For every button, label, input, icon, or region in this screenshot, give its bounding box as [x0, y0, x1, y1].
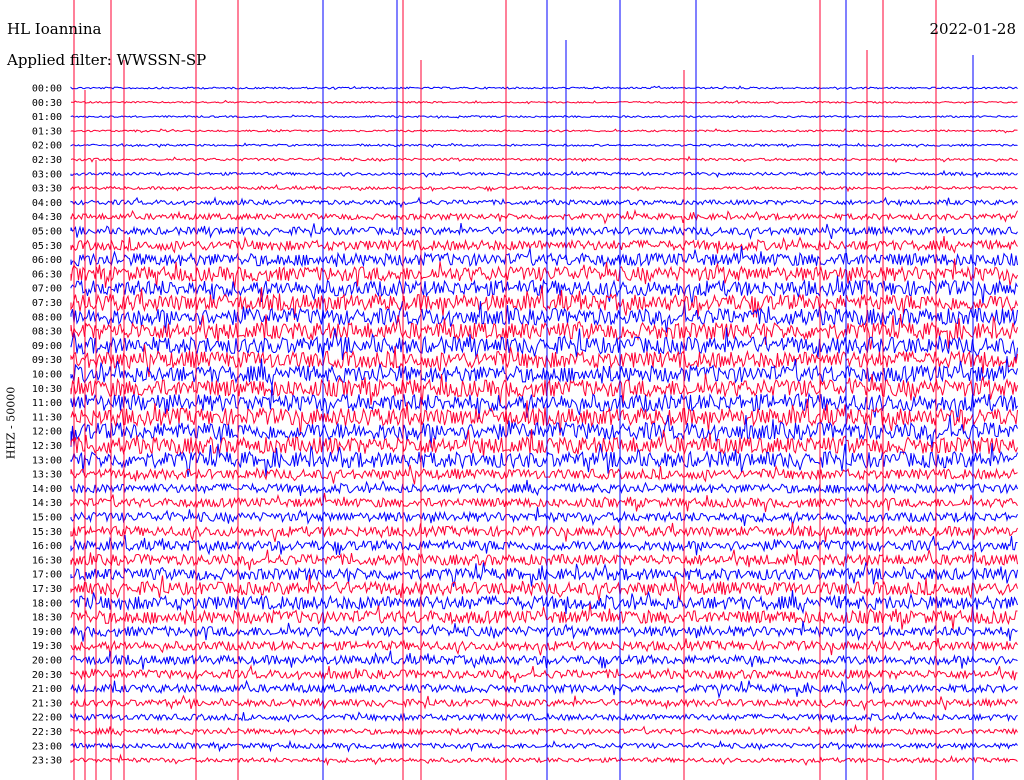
time-tick-label: 21:30	[32, 698, 62, 709]
trace-2000	[70, 650, 1018, 670]
time-tick-label: 14:30	[32, 498, 62, 509]
trace-0200	[70, 142, 1018, 149]
time-tick-label: 01:00	[32, 112, 62, 123]
trace-0430	[70, 208, 1018, 225]
trace-1630	[70, 549, 1018, 571]
trace-0530	[70, 235, 1018, 254]
time-tick-label: 09:30	[32, 355, 62, 366]
trace-0400	[70, 196, 1018, 209]
trace-0600	[70, 246, 1018, 268]
time-tick-label: 03:30	[32, 184, 62, 195]
time-tick-label: 18:00	[32, 598, 62, 609]
time-tick-label: 03:00	[32, 169, 62, 180]
trace-2200	[70, 711, 1018, 723]
time-tick-label: 20:00	[32, 656, 62, 667]
trace-0330	[70, 184, 1018, 193]
trace-1600	[70, 534, 1018, 556]
time-tick-label: 16:30	[32, 555, 62, 566]
time-tick-labels: 00:00 00:30 01:00 01:30 02:00 02:30 03:00 03:30…	[32, 84, 62, 767]
time-tick-label: 11:00	[32, 398, 62, 409]
time-tick-label: 01:30	[32, 126, 62, 137]
time-tick-label: 02:30	[32, 155, 62, 166]
trace-2230	[70, 723, 1018, 737]
time-tick-label: 22:00	[32, 713, 62, 724]
time-tick-label: 02:00	[32, 141, 62, 152]
time-tick-label: 06:00	[32, 255, 62, 266]
time-tick-label: 23:00	[32, 741, 62, 752]
trace-1500	[70, 507, 1018, 527]
trace-2100	[70, 679, 1018, 700]
trace-0030	[70, 99, 1018, 105]
time-tick-label: 16:00	[32, 541, 62, 552]
time-tick-label: 19:30	[32, 641, 62, 652]
time-tick-label: 12:00	[32, 427, 62, 438]
trace-0300	[70, 169, 1018, 179]
time-tick-label: 06:30	[32, 269, 62, 280]
trace-0130	[70, 128, 1018, 134]
time-tick-label: 15:00	[32, 513, 62, 524]
trace-2130	[70, 694, 1018, 712]
trace-0230	[70, 155, 1018, 163]
time-tick-label: 05:00	[32, 227, 62, 238]
trace-2300	[70, 739, 1018, 753]
time-tick-label: 11:30	[32, 412, 62, 423]
time-tick-label: 07:30	[32, 298, 62, 309]
trace-2330	[70, 753, 1018, 767]
trace-0000	[70, 85, 1018, 91]
time-tick-label: 21:00	[32, 684, 62, 695]
trace-0100	[70, 114, 1018, 119]
trace-1400	[70, 479, 1018, 497]
time-tick-label: 04:00	[32, 198, 62, 209]
trace-1530	[70, 521, 1018, 542]
time-tick-label: 12:30	[32, 441, 62, 452]
trace-group	[70, 85, 1018, 767]
time-tick-label: 13:30	[32, 470, 62, 481]
time-tick-label: 22:30	[32, 727, 62, 738]
time-tick-label: 08:30	[32, 327, 62, 338]
trace-1930	[70, 638, 1018, 656]
time-tick-label: 00:30	[32, 98, 62, 109]
time-tick-label: 20:30	[32, 670, 62, 681]
helicorder-plot: 00:00 00:30 01:00 01:30 02:00 02:30 03:00 03:30…	[32, 0, 1018, 780]
time-tick-label: 18:30	[32, 613, 62, 624]
time-tick-label: 15:30	[32, 527, 62, 538]
time-tick-label: 10:00	[32, 370, 62, 381]
time-tick-label: 13:00	[32, 455, 62, 466]
trace-1900	[70, 620, 1018, 642]
trace-1330	[70, 464, 1018, 485]
time-tick-label: 23:30	[32, 756, 62, 767]
time-tick-label: 00:00	[32, 84, 62, 95]
time-tick-label: 19:00	[32, 627, 62, 638]
time-tick-label: 08:00	[32, 312, 62, 323]
trace-2030	[70, 664, 1018, 683]
time-tick-label: 17:30	[32, 584, 62, 595]
filter-label: Applied filter: WWSSN-SP	[7, 51, 207, 69]
trace-0500	[70, 223, 1018, 241]
time-tick-label: 04:30	[32, 212, 62, 223]
time-tick-label: 10:30	[32, 384, 62, 395]
trace-1430	[70, 492, 1018, 513]
date-label: 2022-01-28	[929, 20, 1016, 38]
time-tick-label: 09:00	[32, 341, 62, 352]
time-tick-label: 14:00	[32, 484, 62, 495]
time-tick-label: 07:00	[32, 284, 62, 295]
channel-scale-label: HHZ - 50000	[4, 386, 18, 460]
time-tick-label: 05:30	[32, 241, 62, 252]
time-tick-label: 17:00	[32, 570, 62, 581]
station-name: HL Ioannina	[7, 20, 102, 38]
